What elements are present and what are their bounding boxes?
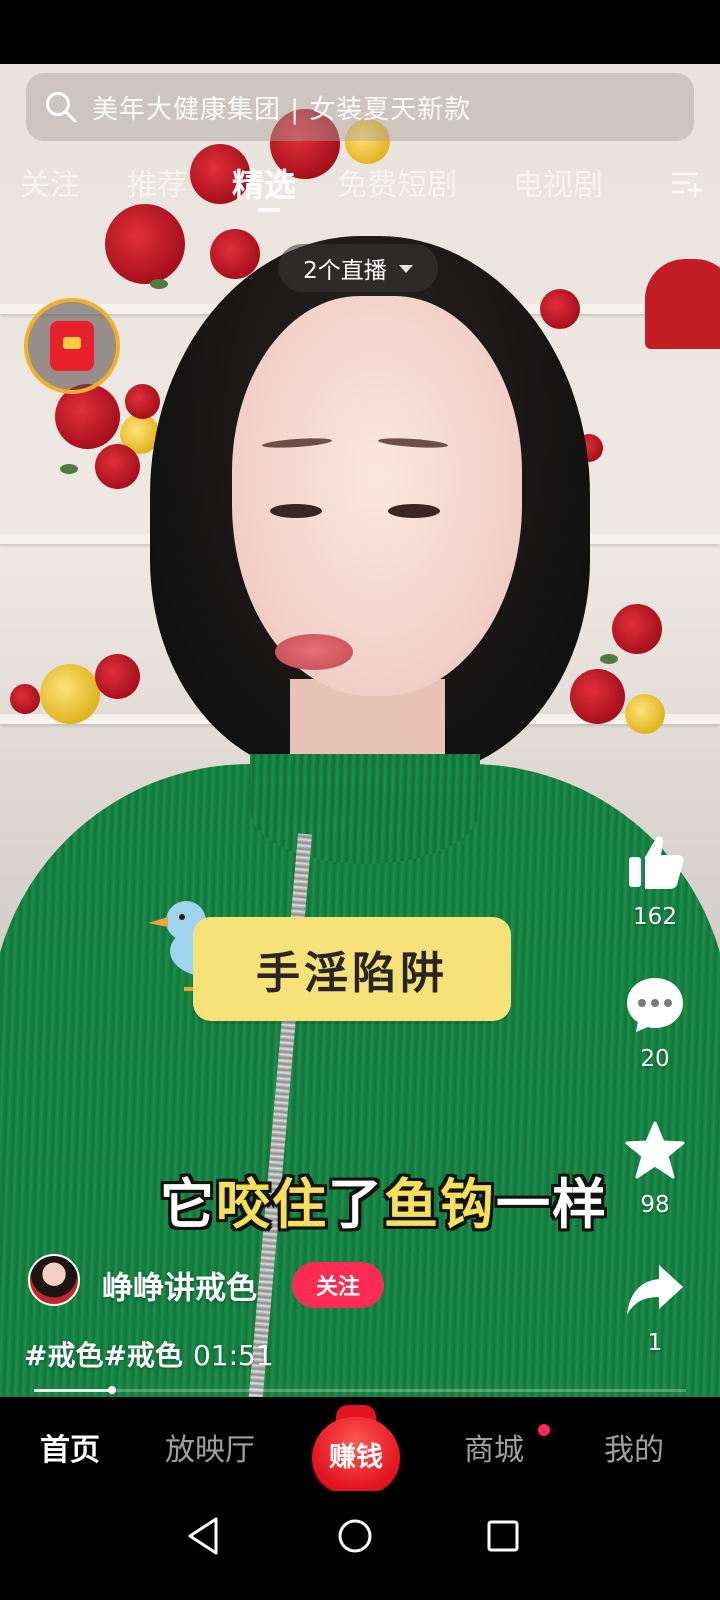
tab-following[interactable]: 关注 bbox=[20, 160, 80, 204]
rose bbox=[95, 444, 140, 489]
nav-mall[interactable]: 商城 bbox=[464, 1425, 524, 1469]
collar bbox=[250, 754, 480, 864]
sticker-text: 手淫陷阱 bbox=[256, 948, 448, 999]
nav-earn-label: 赚钱 bbox=[329, 1442, 383, 1473]
topic-sticker: 手淫陷阱 bbox=[193, 917, 511, 1021]
favorite-button[interactable]: 98 bbox=[610, 1118, 700, 1218]
top-tabs: 关注 推荐 精选 免费短剧 电视剧 bbox=[0, 160, 720, 216]
rose bbox=[40, 664, 100, 724]
home-icon[interactable] bbox=[330, 1511, 380, 1561]
video-caption: #戒色#戒色 01:51 bbox=[24, 1334, 274, 1374]
red-packet-button[interactable] bbox=[24, 298, 120, 394]
red-handbag bbox=[645, 259, 720, 349]
author-name[interactable]: 峥峥讲戒色 bbox=[102, 1263, 257, 1308]
video-duration: 01:51 bbox=[192, 1339, 274, 1372]
face bbox=[232, 296, 522, 696]
rose bbox=[10, 684, 40, 714]
nav-home[interactable]: 首页 bbox=[40, 1425, 100, 1469]
eye bbox=[270, 504, 322, 518]
share-count: 1 bbox=[647, 1330, 663, 1356]
tab-featured[interactable]: 精选 bbox=[232, 160, 296, 206]
status-bar bbox=[0, 0, 720, 64]
video-subtitle: 它咬住了鱼钩一样 bbox=[160, 1160, 608, 1239]
subtitle-segment: 鱼钩 bbox=[384, 1173, 496, 1236]
rose bbox=[55, 384, 120, 449]
chevron-down-icon bbox=[398, 265, 413, 273]
star-icon bbox=[625, 1121, 685, 1179]
hashtag-link[interactable]: #戒色 bbox=[103, 1339, 182, 1372]
follow-button[interactable]: 关注 bbox=[292, 1262, 384, 1308]
tab-underline bbox=[258, 208, 280, 212]
search-placeholder: 美年大健康集团 | 女装夏天新款 bbox=[92, 94, 472, 125]
rose bbox=[95, 654, 140, 699]
notification-badge bbox=[538, 1424, 550, 1436]
rose bbox=[612, 604, 662, 654]
subtitle-segment: 咬住 bbox=[216, 1173, 328, 1236]
thumbs-up-icon bbox=[629, 836, 684, 889]
system-nav-bar bbox=[0, 1491, 720, 1600]
lips bbox=[275, 634, 353, 670]
like-count: 162 bbox=[633, 904, 677, 930]
subtitle-segment: 了 bbox=[328, 1173, 384, 1236]
like-button[interactable]: 162 bbox=[610, 830, 700, 930]
hashtag-link[interactable]: #戒色 bbox=[24, 1339, 103, 1372]
comment-button[interactable]: 20 bbox=[610, 972, 700, 1072]
playback-progress-bar[interactable] bbox=[34, 1386, 686, 1394]
rose bbox=[125, 384, 160, 419]
rose bbox=[570, 669, 625, 724]
comment-icon bbox=[627, 978, 683, 1032]
avatar[interactable] bbox=[28, 1254, 80, 1306]
leaf bbox=[150, 279, 168, 289]
live-rooms-label: 2个直播 bbox=[303, 258, 387, 284]
tab-tv-series[interactable]: 电视剧 bbox=[513, 160, 603, 204]
tab-recommended[interactable]: 推荐 bbox=[127, 160, 187, 204]
comment-count: 20 bbox=[640, 1046, 670, 1072]
nav-earn-button[interactable]: 赚钱 bbox=[312, 1405, 400, 1493]
rose bbox=[540, 289, 580, 329]
subtitle-segment: 一样 bbox=[496, 1173, 608, 1236]
search-icon bbox=[46, 92, 77, 123]
share-button[interactable]: 1 bbox=[610, 1256, 700, 1356]
back-icon[interactable] bbox=[180, 1511, 230, 1561]
menu-add-icon[interactable] bbox=[670, 168, 704, 200]
leaf bbox=[600, 654, 618, 664]
favorite-count: 98 bbox=[640, 1192, 670, 1218]
leaf bbox=[60, 464, 78, 474]
tab-free-short-drama[interactable]: 免费短剧 bbox=[337, 160, 457, 204]
subtitle-segment: 它 bbox=[160, 1173, 216, 1236]
rose bbox=[625, 694, 665, 734]
share-icon bbox=[627, 1265, 683, 1315]
live-rooms-dropdown[interactable]: 2个直播 bbox=[278, 244, 438, 292]
search-bar[interactable]: 美年大健康集团 | 女装夏天新款 bbox=[26, 73, 694, 141]
recents-icon[interactable] bbox=[478, 1511, 528, 1561]
red-packet-icon bbox=[50, 321, 94, 371]
playback-progress-fill bbox=[34, 1389, 113, 1392]
eye bbox=[388, 504, 440, 518]
nav-theater[interactable]: 放映厅 bbox=[165, 1425, 255, 1469]
nav-me[interactable]: 我的 bbox=[604, 1425, 664, 1469]
rose bbox=[105, 204, 185, 284]
